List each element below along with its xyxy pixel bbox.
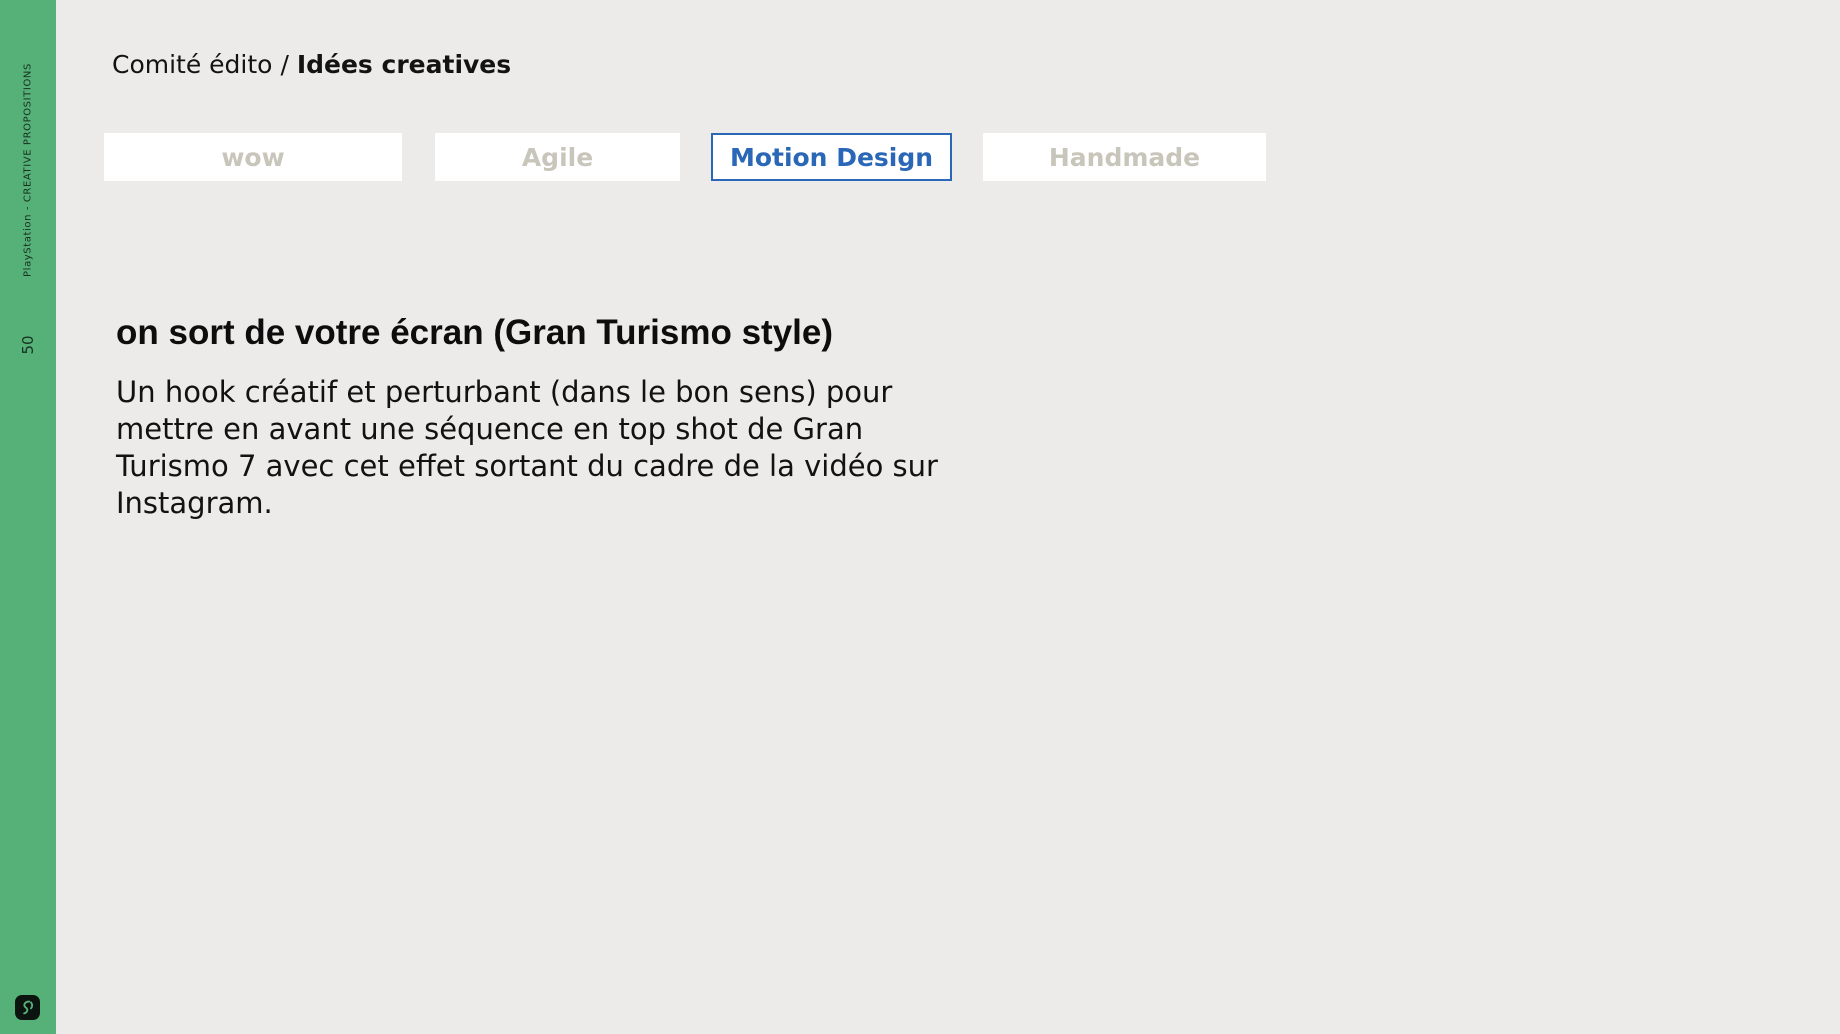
breadcrumb-parent[interactable]: Comité édito — [112, 50, 272, 79]
idea-description: Un hook créatif et perturbant (dans le b… — [116, 375, 938, 520]
logo-glyph — [23, 1000, 34, 1015]
idea-title: on sort de votre écran (Gran Turismo sty… — [116, 313, 834, 352]
tag-handmade[interactable]: Handmade — [983, 133, 1266, 181]
breadcrumb-current: Idées creatives — [296, 50, 512, 79]
sidebar: PlayStation - CREATIVE PROPOSITIONS 50 — [0, 0, 56, 1034]
tag-agile[interactable]: Agile — [435, 133, 680, 181]
tag-motion-design[interactable]: Motion Design — [711, 133, 952, 181]
page-number: 50 — [19, 335, 37, 355]
tag-wow[interactable]: wow — [104, 133, 402, 181]
hub-logo-icon — [15, 995, 40, 1020]
breadcrumb: Comité édito / Idées creatives — [112, 50, 511, 79]
breadcrumb-separator: / — [280, 50, 289, 79]
sidebar-caption: PlayStation - CREATIVE PROPOSITIONS — [22, 63, 34, 277]
